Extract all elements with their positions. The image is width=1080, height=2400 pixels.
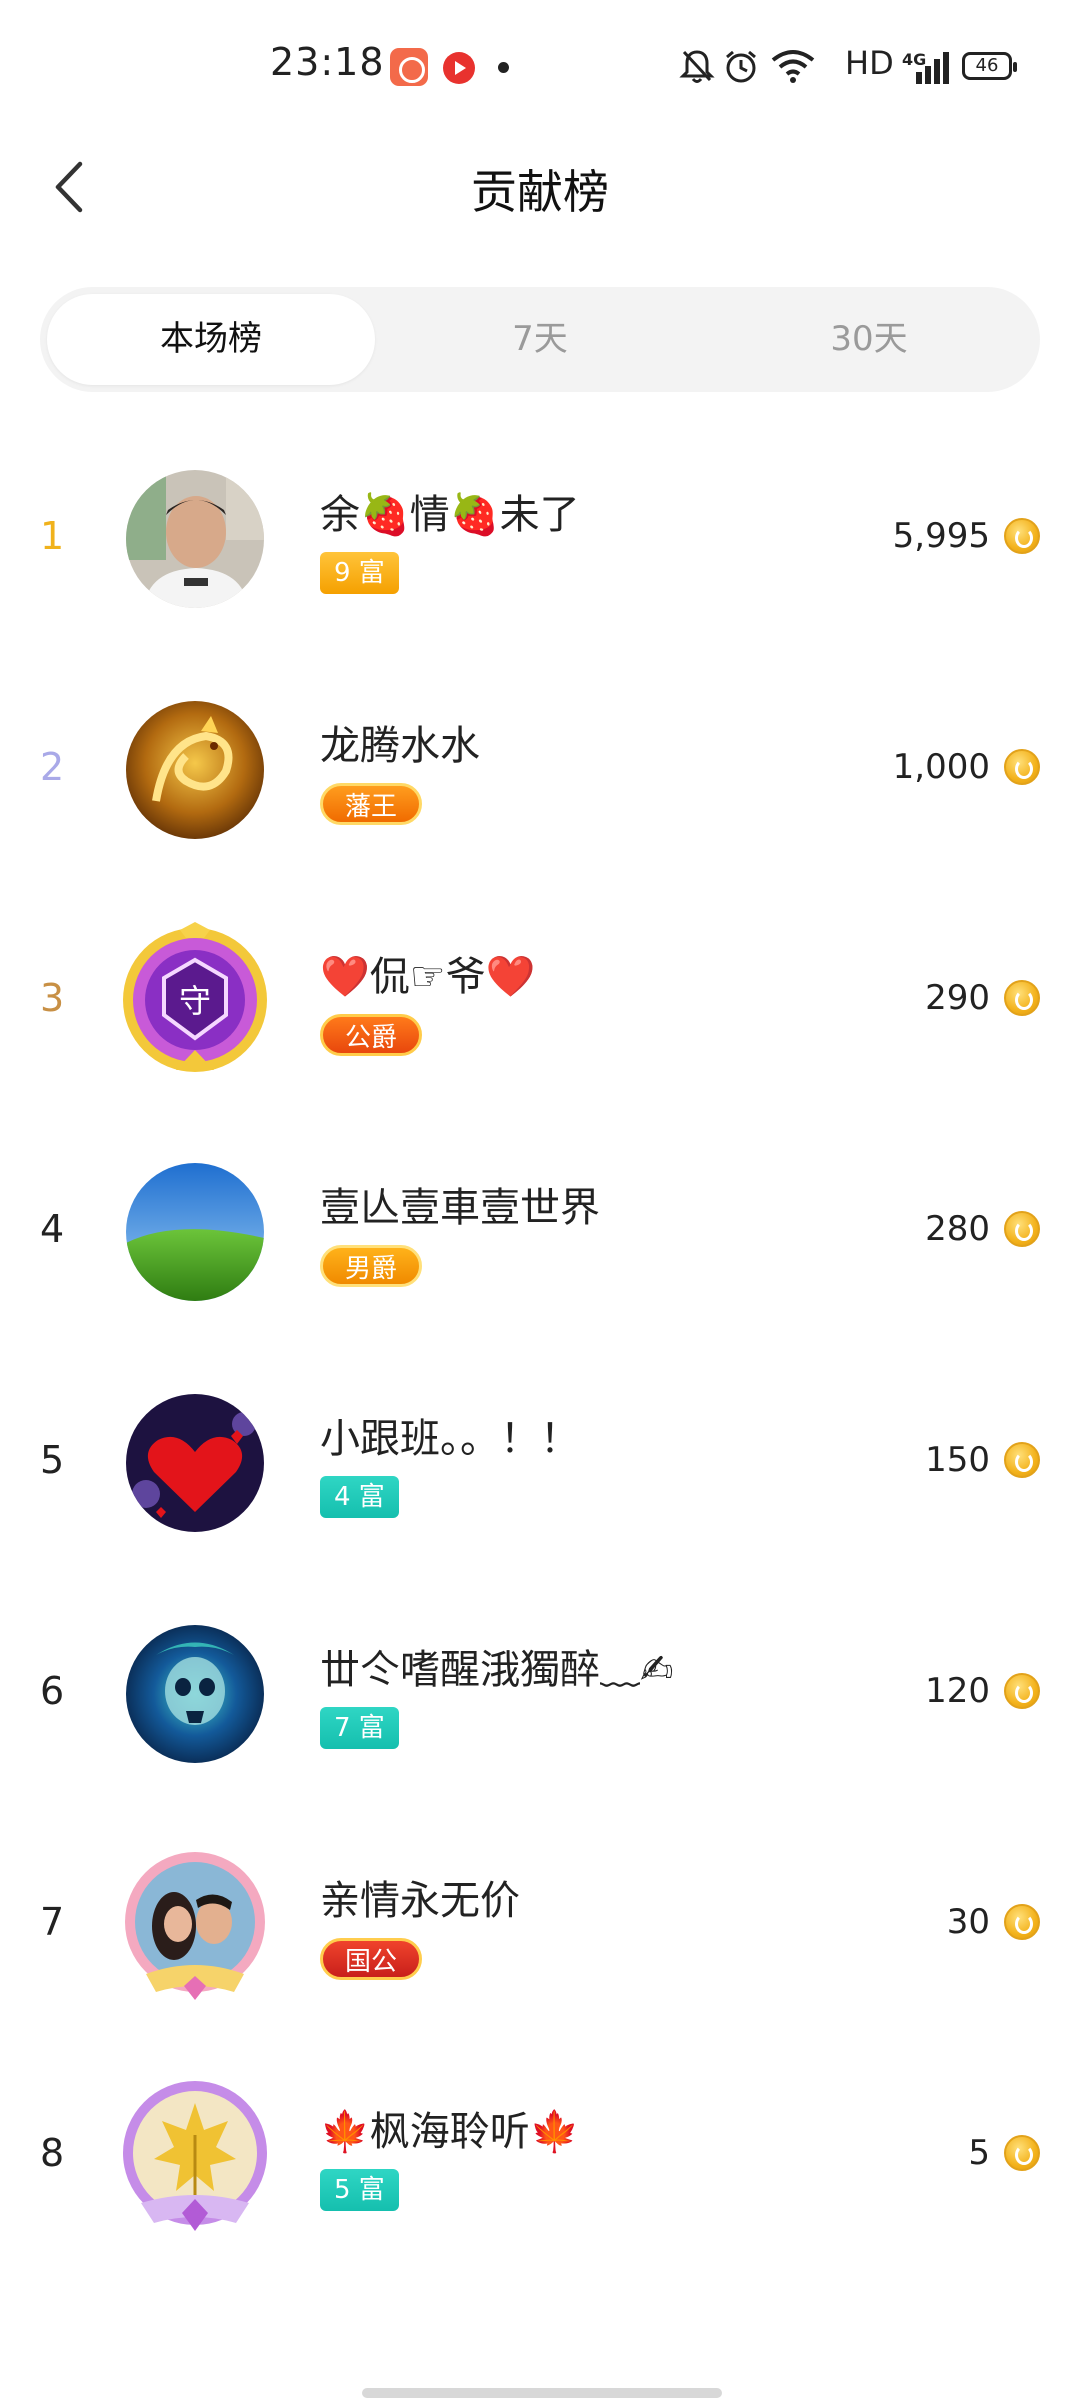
guard-crest-avatar[interactable]: 守 — [116, 920, 274, 1082]
tab-7-days[interactable]: 7天 — [376, 294, 704, 385]
rank-number: 2 — [40, 745, 65, 789]
wealth-level-badge: 9 富 — [320, 552, 399, 594]
contribution-score: 5,995 — [892, 516, 990, 556]
rank-number: 7 — [40, 1900, 65, 1944]
home-indicator[interactable] — [362, 2388, 722, 2398]
coin-icon — [1004, 749, 1040, 785]
avatar[interactable] — [126, 701, 264, 839]
list-item[interactable]: 4 壹亾壹車壹世界 男爵 280 — [0, 1133, 1080, 1333]
wifi-icon — [771, 50, 815, 83]
header: 贡献榜 — [0, 130, 1080, 240]
more-notifications-dot-icon — [498, 62, 509, 73]
status-bar: 23:18 HD 4G 46 — [0, 0, 1080, 130]
signal-bars-icon — [916, 52, 949, 84]
noble-title-badge: 男爵 — [320, 1245, 423, 1287]
wealth-level-badge: 5 富 — [320, 2169, 399, 2211]
rank-number: 4 — [40, 1207, 65, 1251]
coin-icon — [1004, 1673, 1040, 1709]
user-name: 壹亾壹車壹世界 — [320, 1185, 600, 1231]
list-item[interactable]: 3 守 ❤️侃☞爷❤️ 公爵 290 — [0, 902, 1080, 1102]
video-app-notification-icon — [443, 52, 475, 84]
tab-this-session[interactable]: 本场榜 — [47, 294, 375, 385]
user-name: 🍁枫海聆听🍁 — [320, 2109, 580, 2155]
contribution-score: 5 — [968, 2133, 990, 2173]
list-item[interactable]: 6 丗仒嗜醒涐獨醉﹏✍ 7 富 120 — [0, 1595, 1080, 1795]
user-name: 龙腾水水 — [320, 723, 480, 769]
avatar[interactable] — [126, 1625, 264, 1763]
coin-icon — [1004, 1211, 1040, 1247]
user-name: 小跟班。。！！ — [320, 1416, 580, 1462]
list-item[interactable]: 2 龙腾水水 藩王 1,000 — [0, 671, 1080, 871]
couple-photo-avatar[interactable] — [116, 1844, 274, 2006]
battery-icon: 46 — [962, 52, 1017, 80]
coin-icon — [1004, 1904, 1040, 1940]
noble-title-badge: 藩王 — [320, 783, 423, 825]
avatar[interactable] — [126, 1394, 264, 1532]
mute-bell-icon — [679, 50, 715, 83]
app-notification-icon — [390, 48, 428, 86]
contribution-score: 290 — [925, 978, 990, 1018]
status-time: 23:18 — [270, 40, 385, 84]
rank-number: 8 — [40, 2131, 65, 2175]
contribution-score: 120 — [925, 1671, 990, 1711]
list-item[interactable]: 8 🍁枫海聆听🍁 5 富 5 — [0, 2057, 1080, 2257]
user-name: ❤️侃☞爷❤️ — [320, 954, 536, 1000]
rank-number: 1 — [40, 514, 65, 558]
contribution-score: 1,000 — [892, 747, 990, 787]
hd-label: HD — [845, 44, 894, 82]
wealth-level-badge: 4 富 — [320, 1476, 399, 1518]
noble-title-badge: 公爵 — [320, 1014, 423, 1056]
contribution-score: 30 — [946, 1902, 990, 1942]
list-item[interactable]: 5 小跟班。。！！ 4 富 150 — [0, 1364, 1080, 1564]
user-name: 余🍓情🍓未了 — [320, 492, 580, 538]
avatar[interactable] — [126, 470, 264, 608]
list-item[interactable]: 1 余🍓情🍓未了 9 富 5,995 — [0, 440, 1080, 640]
contribution-score: 280 — [925, 1209, 990, 1249]
coin-icon — [1004, 980, 1040, 1016]
noble-title-badge: 国公 — [320, 1938, 423, 1980]
user-name: 丗仒嗜醒涐獨醉﹏✍ — [320, 1647, 674, 1693]
maple-leaf-avatar[interactable] — [116, 2075, 274, 2237]
period-tabs: 本场榜 7天 30天 — [40, 287, 1040, 392]
page-title: 贡献榜 — [471, 165, 609, 219]
avatar[interactable] — [126, 1163, 264, 1301]
svg-text:守: 守 — [179, 982, 211, 1020]
coin-icon — [1004, 1442, 1040, 1478]
coin-icon — [1004, 2135, 1040, 2171]
rank-number: 5 — [40, 1438, 65, 1482]
user-name: 亲情永无价 — [320, 1878, 520, 1924]
contribution-score: 150 — [925, 1440, 990, 1480]
coin-icon — [1004, 518, 1040, 554]
list-item[interactable]: 7 亲情永无价 国公 30 — [0, 1826, 1080, 2026]
wealth-level-badge: 7 富 — [320, 1707, 399, 1749]
rank-number: 6 — [40, 1669, 65, 1713]
rank-number: 3 — [40, 976, 65, 1020]
alarm-clock-icon — [726, 50, 756, 83]
tab-30-days[interactable]: 30天 — [705, 294, 1033, 385]
